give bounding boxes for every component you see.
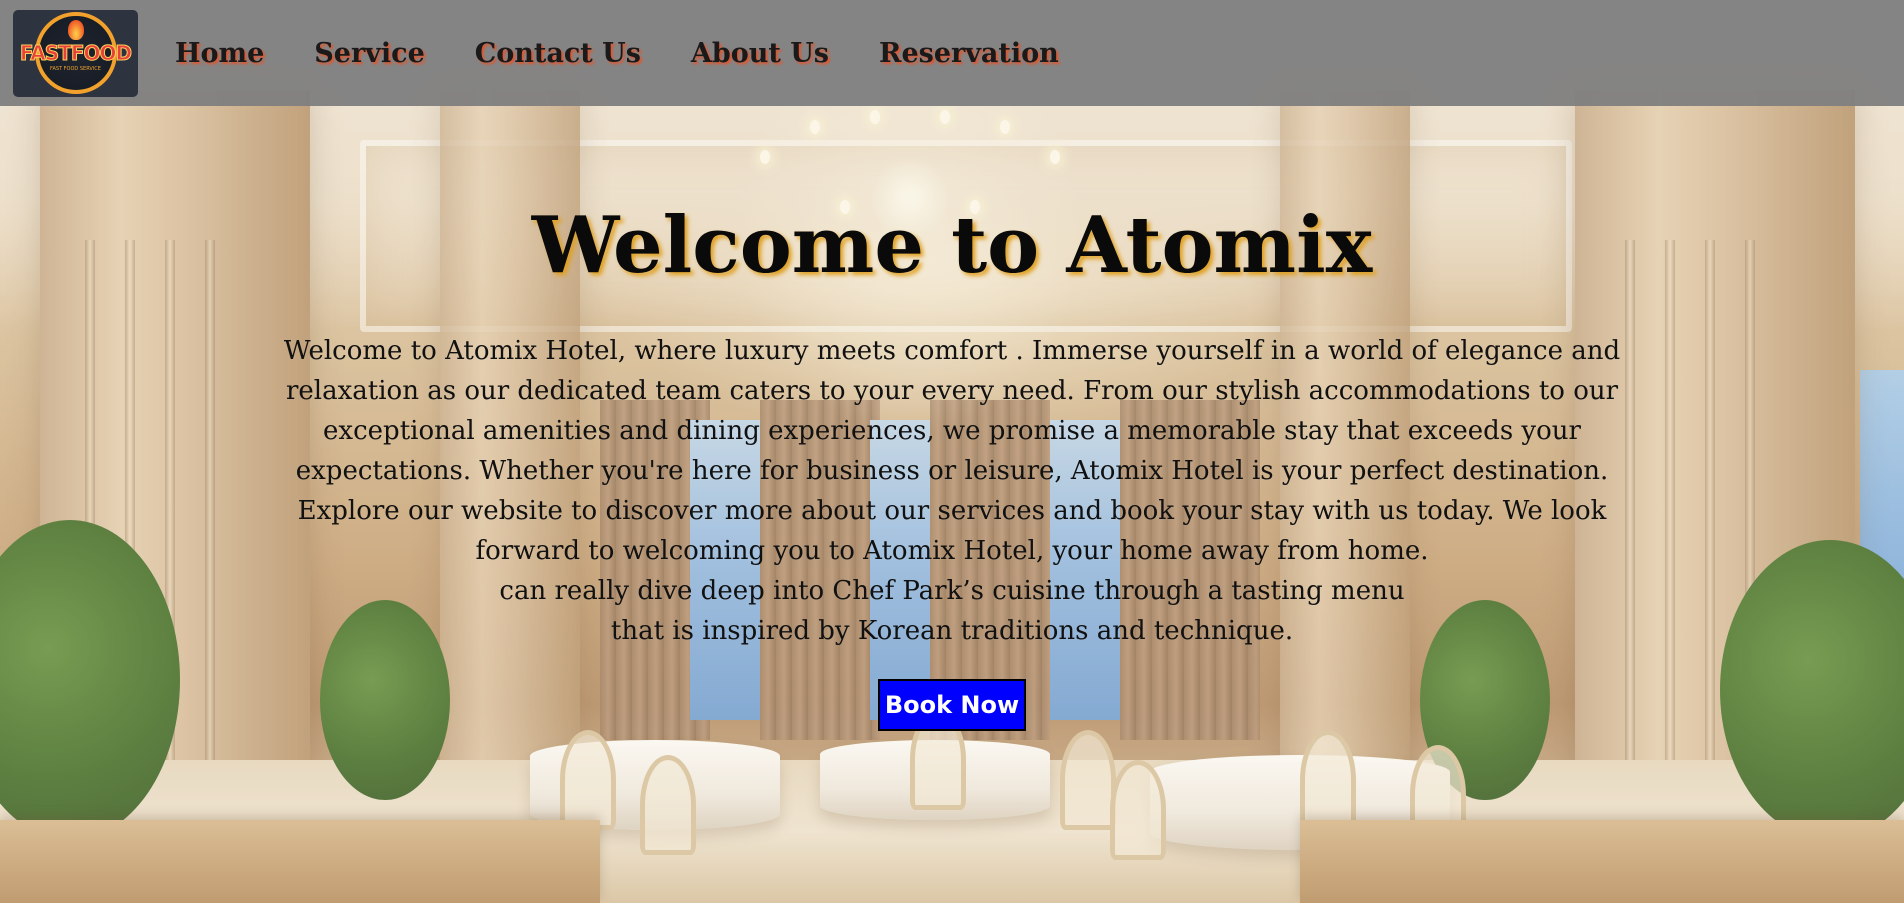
flame-icon <box>67 20 84 40</box>
hero-description: Welcome to Atomix Hotel, where luxury me… <box>272 331 1632 651</box>
hero-line: relaxation as our dedicated team caters … <box>285 376 1619 406</box>
navbar: FASTFOOD FAST FOOD SERVICE Home Service … <box>0 0 1904 106</box>
hero-line: forward to welcoming you to Atomix Hotel… <box>475 536 1429 566</box>
logo-text: FASTFOOD <box>19 40 132 65</box>
hero-title: Welcome to Atomix <box>531 200 1373 291</box>
nav-link-home[interactable]: Home <box>175 38 264 69</box>
logo-badge: FASTFOOD FAST FOOD SERVICE <box>19 12 133 94</box>
hero-line: Welcome to Atomix Hotel, where luxury me… <box>283 336 1621 366</box>
hero-section: Welcome to Atomix Welcome to Atomix Hote… <box>0 200 1904 731</box>
page: FASTFOOD FAST FOOD SERVICE Home Service … <box>0 0 1904 903</box>
nav-links: Home Service Contact Us About Us Reserva… <box>175 38 1109 69</box>
logo-subtext: FAST FOOD SERVICE <box>50 65 101 72</box>
nav-link-about-us[interactable]: About Us <box>691 38 829 69</box>
hero-line: that is inspired by Korean traditions an… <box>610 616 1294 646</box>
nav-link-service[interactable]: Service <box>314 38 424 69</box>
hero-line: Explore our website to discover more abo… <box>297 496 1607 526</box>
logo[interactable]: FASTFOOD FAST FOOD SERVICE <box>13 9 138 97</box>
hero-line: expectations. Whether you're here for bu… <box>295 456 1609 486</box>
book-now-button[interactable]: Book Now <box>877 679 1027 731</box>
nav-link-contact-us[interactable]: Contact Us <box>475 38 641 69</box>
hero-line: can really dive deep into Chef Park’s cu… <box>499 576 1405 606</box>
nav-link-reservation[interactable]: Reservation <box>879 38 1059 69</box>
hero-line: exceptional amenities and dining experie… <box>323 416 1581 446</box>
